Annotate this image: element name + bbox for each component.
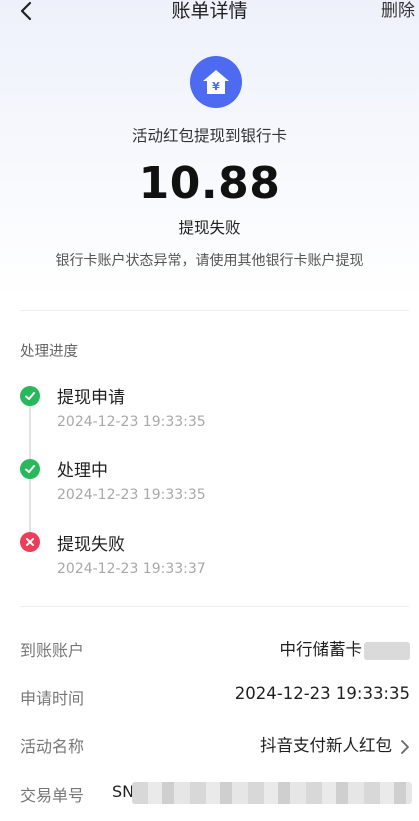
delete-button[interactable]: 删除 [381, 0, 415, 21]
amount-value: 10.88 [138, 158, 281, 209]
account-value: 中行储蓄卡 [279, 636, 410, 660]
activity-label: 活动名称 [20, 737, 85, 756]
txn-prefix: SN [112, 782, 135, 801]
success-check-icon [20, 386, 40, 406]
activity-value: 抖音支付新人红包 [260, 736, 392, 755]
masked-transaction-number [132, 782, 412, 804]
yuan-house-icon: ¥ [203, 70, 229, 94]
step-title: 提现失败 [57, 535, 125, 555]
status-text: 提现失败 [178, 219, 241, 237]
failure-reason: 银行卡账户状态异常，请使用其他银行卡账户提现 [55, 253, 364, 269]
bill-detail-page: 账单详情 删除 ¥ 活动红包提现到银行卡 10.88 提现失败 银行卡账户状态异… [0, 0, 419, 821]
txn-label: 交易单号 [20, 786, 85, 805]
divider [20, 606, 409, 607]
step-title: 处理中 [57, 461, 108, 481]
failed-cross-icon [20, 532, 40, 552]
apply-time-label: 申请时间 [20, 689, 85, 708]
activity-row[interactable]: 抖音支付新人红包 [260, 732, 410, 756]
withdraw-badge: ¥ [190, 56, 242, 108]
svg-text:¥: ¥ [212, 80, 220, 93]
apply-time-value: 2024-12-23 19:33:35 [234, 684, 410, 703]
transaction-title: 活动红包提现到银行卡 [131, 127, 287, 145]
account-value-text: 中行储蓄卡 [279, 640, 363, 659]
account-label: 到账账户 [20, 641, 85, 660]
step-time: 2024-12-23 19:33:35 [57, 487, 206, 503]
step-time: 2024-12-23 19:33:35 [57, 414, 206, 430]
chevron-right-icon [401, 739, 409, 754]
masked-card-number [364, 641, 410, 660]
divider [20, 310, 409, 311]
success-check-icon [20, 459, 40, 479]
step-time: 2024-12-23 19:33:37 [57, 561, 206, 577]
navigation-bar: 账单详情 删除 [0, 0, 419, 30]
step-title: 提现申请 [57, 388, 125, 408]
progress-section-label: 处理进度 [20, 344, 78, 360]
page-title: 账单详情 [171, 0, 248, 22]
